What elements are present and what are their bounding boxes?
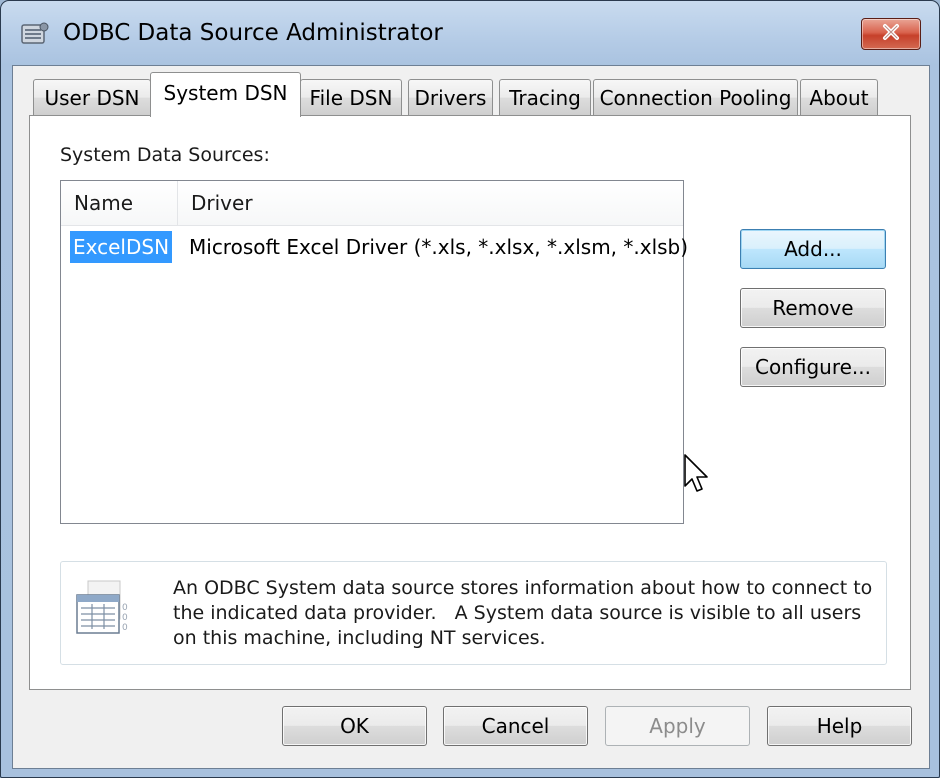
tab-drivers[interactable]: Drivers bbox=[408, 79, 493, 115]
add-button[interactable]: Add... bbox=[740, 229, 886, 269]
tab-system-dsn[interactable]: System DSN bbox=[150, 72, 301, 117]
remove-button[interactable]: Remove bbox=[740, 288, 886, 328]
title-bar[interactable]: ODBC Data Source Administrator bbox=[1, 1, 939, 65]
dialog-client-area: User DSN System DSN File DSN Drivers Tra… bbox=[12, 65, 930, 769]
help-button[interactable]: Help bbox=[767, 706, 912, 746]
svg-text:0: 0 bbox=[122, 613, 128, 623]
svg-text:0: 0 bbox=[122, 623, 128, 633]
info-line: An ODBC System data source stores inform… bbox=[173, 577, 873, 599]
list-row[interactable]: ExcelDSN Microsoft Excel Driver (*.xls, … bbox=[61, 227, 688, 265]
info-line: the indicated data provider. A System da… bbox=[173, 602, 862, 624]
info-description: An ODBC System data source stores inform… bbox=[173, 576, 873, 651]
close-button[interactable] bbox=[861, 18, 921, 50]
list-header: Name Driver bbox=[61, 181, 683, 226]
tab-connection-pooling[interactable]: Connection Pooling bbox=[593, 79, 798, 115]
system-dsn-panel: System Data Sources: Name Driver ExcelDS… bbox=[29, 115, 911, 690]
row-driver-cell[interactable]: Microsoft Excel Driver (*.xls, *.xlsx, *… bbox=[189, 231, 688, 263]
tab-file-dsn[interactable]: File DSN bbox=[300, 79, 402, 115]
tab-tracing[interactable]: Tracing bbox=[499, 79, 591, 115]
system-data-sources-label: System Data Sources: bbox=[60, 144, 270, 166]
ok-button[interactable]: OK bbox=[282, 706, 427, 746]
cancel-button[interactable]: Cancel bbox=[443, 706, 588, 746]
column-header-name[interactable]: Name bbox=[61, 181, 178, 225]
apply-button: Apply bbox=[605, 706, 750, 746]
svg-text:0: 0 bbox=[122, 603, 128, 613]
window-title: ODBC Data Source Administrator bbox=[63, 20, 443, 46]
odbc-admin-icon bbox=[20, 19, 50, 49]
tab-user-dsn[interactable]: User DSN bbox=[33, 79, 151, 115]
datasource-table-icon: 0 0 0 bbox=[76, 579, 132, 639]
close-icon bbox=[880, 23, 902, 45]
configure-button[interactable]: Configure... bbox=[740, 347, 886, 387]
info-line: on this machine, including NT services. bbox=[173, 627, 546, 649]
data-sources-list[interactable]: Name Driver ExcelDSN Microsoft Excel Dri… bbox=[60, 180, 688, 524]
column-header-driver[interactable]: Driver bbox=[178, 181, 683, 225]
row-name-cell[interactable]: ExcelDSN bbox=[70, 231, 173, 263]
tab-about[interactable]: About bbox=[800, 79, 878, 115]
info-box: 0 0 0 An ODBC System data source stores … bbox=[60, 561, 887, 665]
odbc-admin-window: ODBC Data Source Administrator User DSN … bbox=[0, 0, 940, 778]
mouse-pointer-icon bbox=[684, 454, 710, 496]
